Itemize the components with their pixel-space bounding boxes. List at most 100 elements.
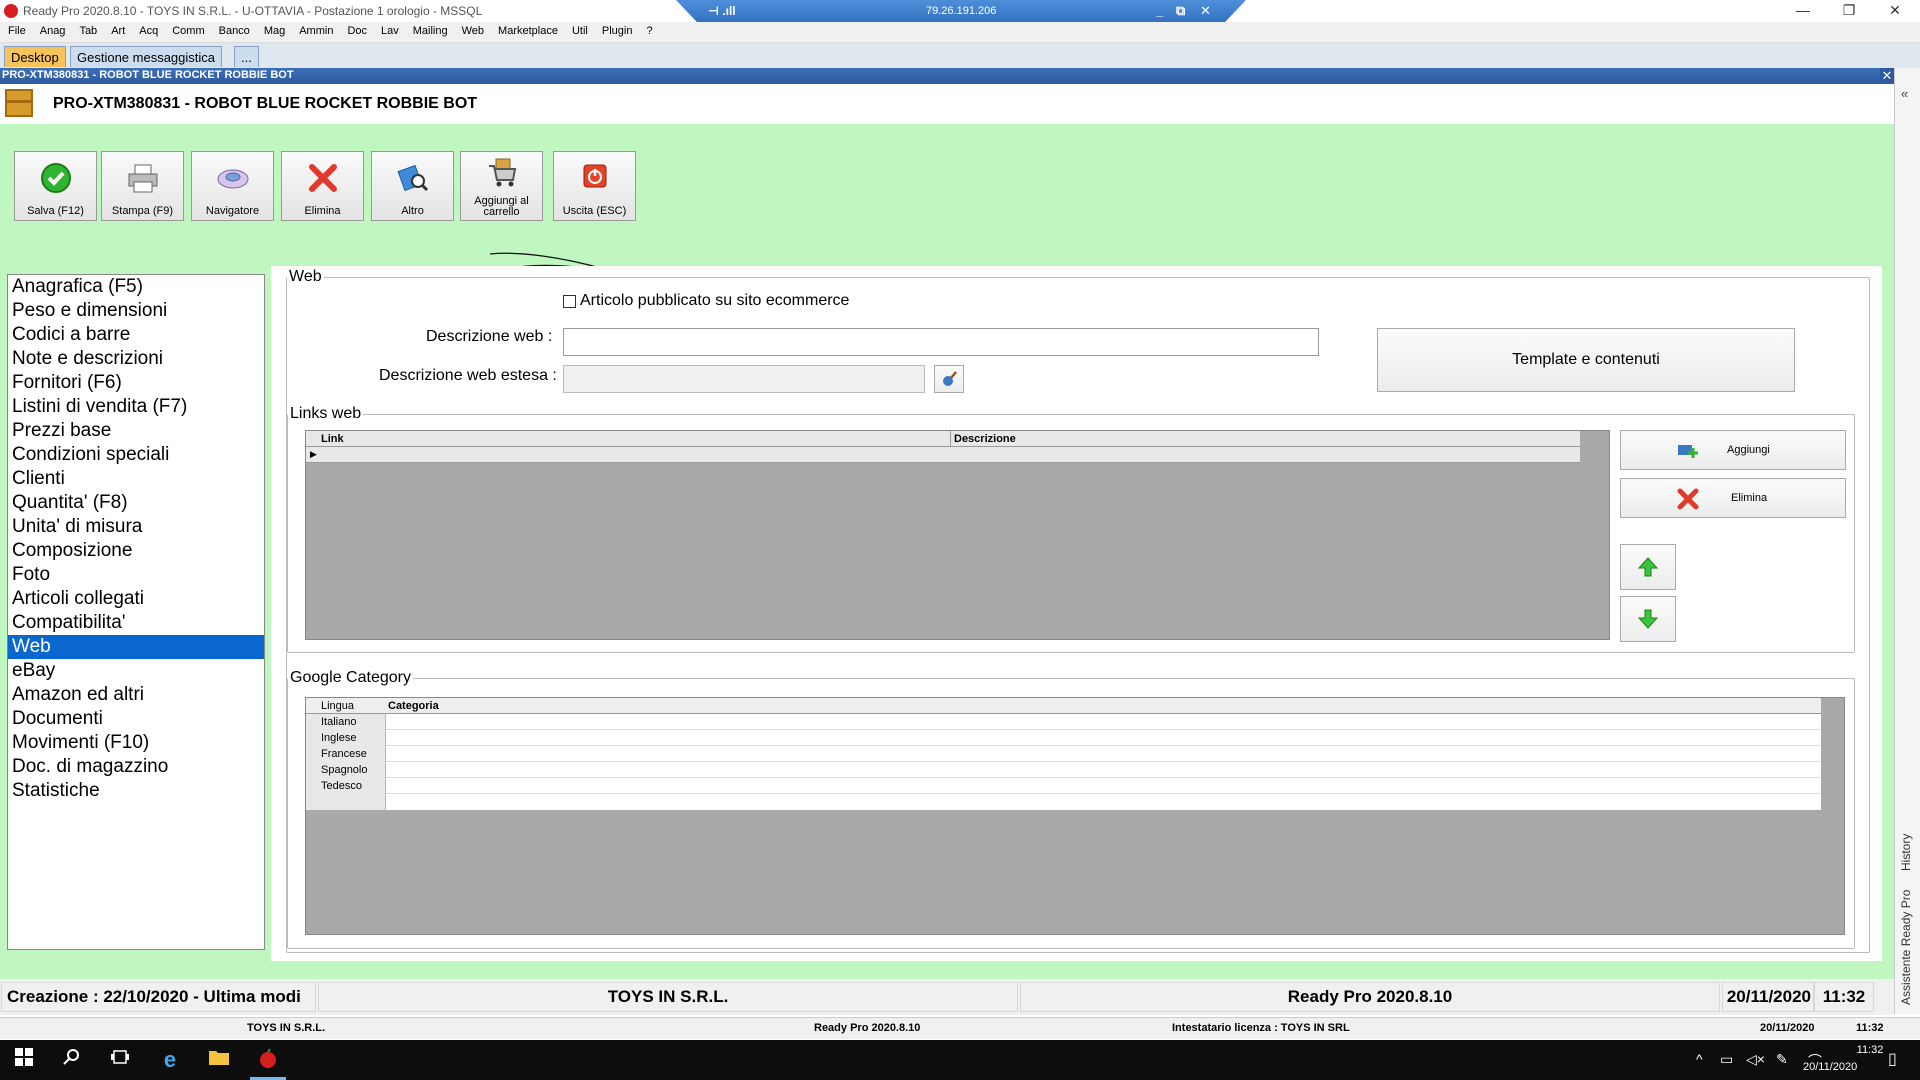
menu-item-art[interactable]: Art bbox=[111, 22, 125, 37]
minimize-icon[interactable]: — bbox=[1780, 2, 1826, 18]
pen-icon[interactable]: ✎ bbox=[1776, 1051, 1788, 1068]
remote-minimize-icon[interactable]: _ bbox=[1156, 3, 1163, 18]
ready-pro-taskbar-icon[interactable] bbox=[256, 1048, 280, 1072]
menu-item-plugin[interactable]: Plugin bbox=[602, 22, 633, 37]
delete-button[interactable]: Elimina bbox=[281, 151, 364, 221]
move-down-button[interactable] bbox=[1620, 596, 1676, 642]
menu-item-acq[interactable]: Acq bbox=[139, 22, 158, 37]
menu-item-marketplace[interactable]: Marketplace bbox=[498, 22, 558, 37]
tray-expand-icon[interactable]: ^ bbox=[1696, 1051, 1703, 1067]
menu-item-web[interactable]: Web bbox=[462, 22, 484, 37]
column-link[interactable]: Link bbox=[321, 433, 344, 445]
table-row[interactable]: ▶ bbox=[306, 447, 1580, 463]
add-to-cart-button[interactable]: Aggiungi al carrello bbox=[460, 151, 543, 221]
menu-item-util[interactable]: Util bbox=[572, 22, 588, 37]
table-row[interactable]: Tedesco bbox=[306, 778, 1821, 794]
menu-item-help[interactable]: ? bbox=[646, 22, 652, 37]
collapse-panel-icon[interactable]: « bbox=[1901, 86, 1908, 101]
sections-list[interactable]: Anagrafica (F5) Peso e dimensioni Codici a… bbox=[7, 274, 265, 950]
section-item[interactable]: Movimenti (F10) bbox=[8, 731, 264, 755]
other-button[interactable]: Altro bbox=[371, 151, 454, 221]
volume-icon[interactable]: ◁× bbox=[1746, 1051, 1765, 1068]
pin-icon[interactable]: ⊣ .ıll bbox=[708, 4, 736, 18]
menu-item-file[interactable]: File bbox=[8, 22, 26, 37]
column-categoria[interactable]: Categoria bbox=[388, 700, 439, 712]
table-row[interactable]: Inglese bbox=[306, 730, 1821, 746]
notifications-icon[interactable]: ▯ bbox=[1888, 1049, 1897, 1069]
section-item[interactable]: Prezzi base bbox=[8, 419, 264, 443]
table-row[interactable]: Italiano bbox=[306, 714, 1821, 730]
save-button[interactable]: Salva (F12) bbox=[14, 151, 97, 221]
file-explorer-icon[interactable] bbox=[207, 1048, 231, 1072]
menu-item-banco[interactable]: Banco bbox=[219, 22, 250, 37]
assistant-tab[interactable]: Assistente Ready Pro bbox=[1899, 890, 1913, 1005]
navigator-button[interactable]: Navigatore bbox=[191, 151, 274, 221]
taskbar-time[interactable]: 11:32 bbox=[1820, 1044, 1920, 1056]
table-row[interactable]: Spagnolo bbox=[306, 762, 1821, 778]
section-item[interactable]: Composizione bbox=[8, 539, 264, 563]
template-contents-button[interactable]: Template e contenuti bbox=[1377, 328, 1795, 392]
print-button[interactable]: Stampa (F9) bbox=[101, 151, 184, 221]
column-lingua[interactable]: Lingua bbox=[321, 700, 354, 712]
section-item[interactable]: Codici a barre bbox=[8, 323, 264, 347]
history-tab[interactable]: History bbox=[1899, 834, 1913, 871]
menu-item-ammin[interactable]: Ammin bbox=[299, 22, 333, 37]
section-item[interactable]: Clienti bbox=[8, 467, 264, 491]
exit-button[interactable]: Uscita (ESC) bbox=[553, 151, 636, 221]
column-descrizione[interactable]: Descrizione bbox=[954, 433, 1016, 445]
task-view-icon[interactable] bbox=[108, 1048, 132, 1072]
menu-item-anag[interactable]: Anag bbox=[40, 22, 66, 37]
tab-gestione-messaggistica[interactable]: Gestione messaggistica bbox=[70, 46, 223, 67]
restore-icon[interactable]: ❐ bbox=[1826, 2, 1872, 19]
move-up-button[interactable] bbox=[1620, 544, 1676, 590]
google-category-grid[interactable]: Lingua Categoria Italiano Inglese Francese… bbox=[305, 697, 1845, 935]
section-item[interactable]: Compatibilita' bbox=[8, 611, 264, 635]
links-grid[interactable]: Link Descrizione ▶ bbox=[305, 430, 1610, 640]
desc-ext-input[interactable] bbox=[563, 365, 925, 393]
section-item[interactable]: Note e descrizioni bbox=[8, 347, 264, 371]
section-item[interactable]: Web bbox=[8, 635, 264, 659]
remote-restore-icon[interactable]: ⧉ bbox=[1176, 3, 1185, 19]
close-icon[interactable]: ✕ bbox=[1872, 2, 1918, 19]
section-item[interactable]: Peso e dimensioni bbox=[8, 299, 264, 323]
desc-web-input[interactable] bbox=[563, 328, 1319, 356]
menu-item-mag[interactable]: Mag bbox=[264, 22, 285, 37]
section-item[interactable]: Statistiche bbox=[8, 779, 264, 803]
menu-item-mailing[interactable]: Mailing bbox=[413, 22, 448, 37]
menu-item-comm[interactable]: Comm bbox=[172, 22, 204, 37]
section-item[interactable]: Anagrafica (F5) bbox=[8, 275, 264, 299]
published-checkbox[interactable] bbox=[563, 295, 576, 308]
section-item[interactable]: eBay bbox=[8, 659, 264, 683]
remote-close-icon[interactable]: ✕ bbox=[1200, 3, 1211, 19]
section-item[interactable]: Articoli collegati bbox=[8, 587, 264, 611]
section-item[interactable]: Quantita' (F8) bbox=[8, 491, 264, 515]
arrow-up-icon bbox=[1637, 557, 1659, 577]
section-item[interactable]: Documenti bbox=[8, 707, 264, 731]
menu-item-tab[interactable]: Tab bbox=[79, 22, 97, 37]
menu-item-doc[interactable]: Doc bbox=[347, 22, 367, 37]
delete-link-button[interactable]: Elimina bbox=[1620, 478, 1846, 518]
internet-explorer-icon[interactable]: e bbox=[158, 1048, 182, 1072]
edit-desc-ext-button[interactable] bbox=[934, 365, 964, 393]
search-icon[interactable] bbox=[60, 1048, 84, 1072]
add-link-button[interactable]: Aggiungi bbox=[1620, 430, 1846, 470]
network-icon[interactable]: ▭ bbox=[1720, 1051, 1733, 1068]
section-item[interactable]: Listini di vendita (F7) bbox=[8, 395, 264, 419]
section-item[interactable]: Fornitori (F6) bbox=[8, 371, 264, 395]
section-item[interactable]: Condizioni speciali bbox=[8, 443, 264, 467]
windows-start-icon[interactable] bbox=[12, 1048, 36, 1072]
section-item[interactable]: Unita' di misura bbox=[8, 515, 264, 539]
desc-web-label: Descrizione web : bbox=[426, 328, 553, 345]
menu-item-lav[interactable]: Lav bbox=[381, 22, 399, 37]
table-row[interactable]: Francese bbox=[306, 746, 1821, 762]
section-item[interactable]: Amazon ed altri bbox=[8, 683, 264, 707]
navigator-icon bbox=[216, 162, 250, 194]
section-item[interactable]: Foto bbox=[8, 563, 264, 587]
tab-desktop[interactable]: Desktop bbox=[4, 46, 66, 67]
tab-more[interactable]: ... bbox=[234, 46, 259, 67]
section-item[interactable]: Doc. di magazzino bbox=[8, 755, 264, 779]
desc-ext-label: Descrizione web estesa : bbox=[379, 367, 557, 384]
taskbar-date[interactable]: 20/11/2020 bbox=[1803, 1061, 1873, 1073]
child-close-icon[interactable]: ✕ bbox=[1880, 68, 1894, 84]
lingua-label: Italiano bbox=[321, 716, 357, 728]
